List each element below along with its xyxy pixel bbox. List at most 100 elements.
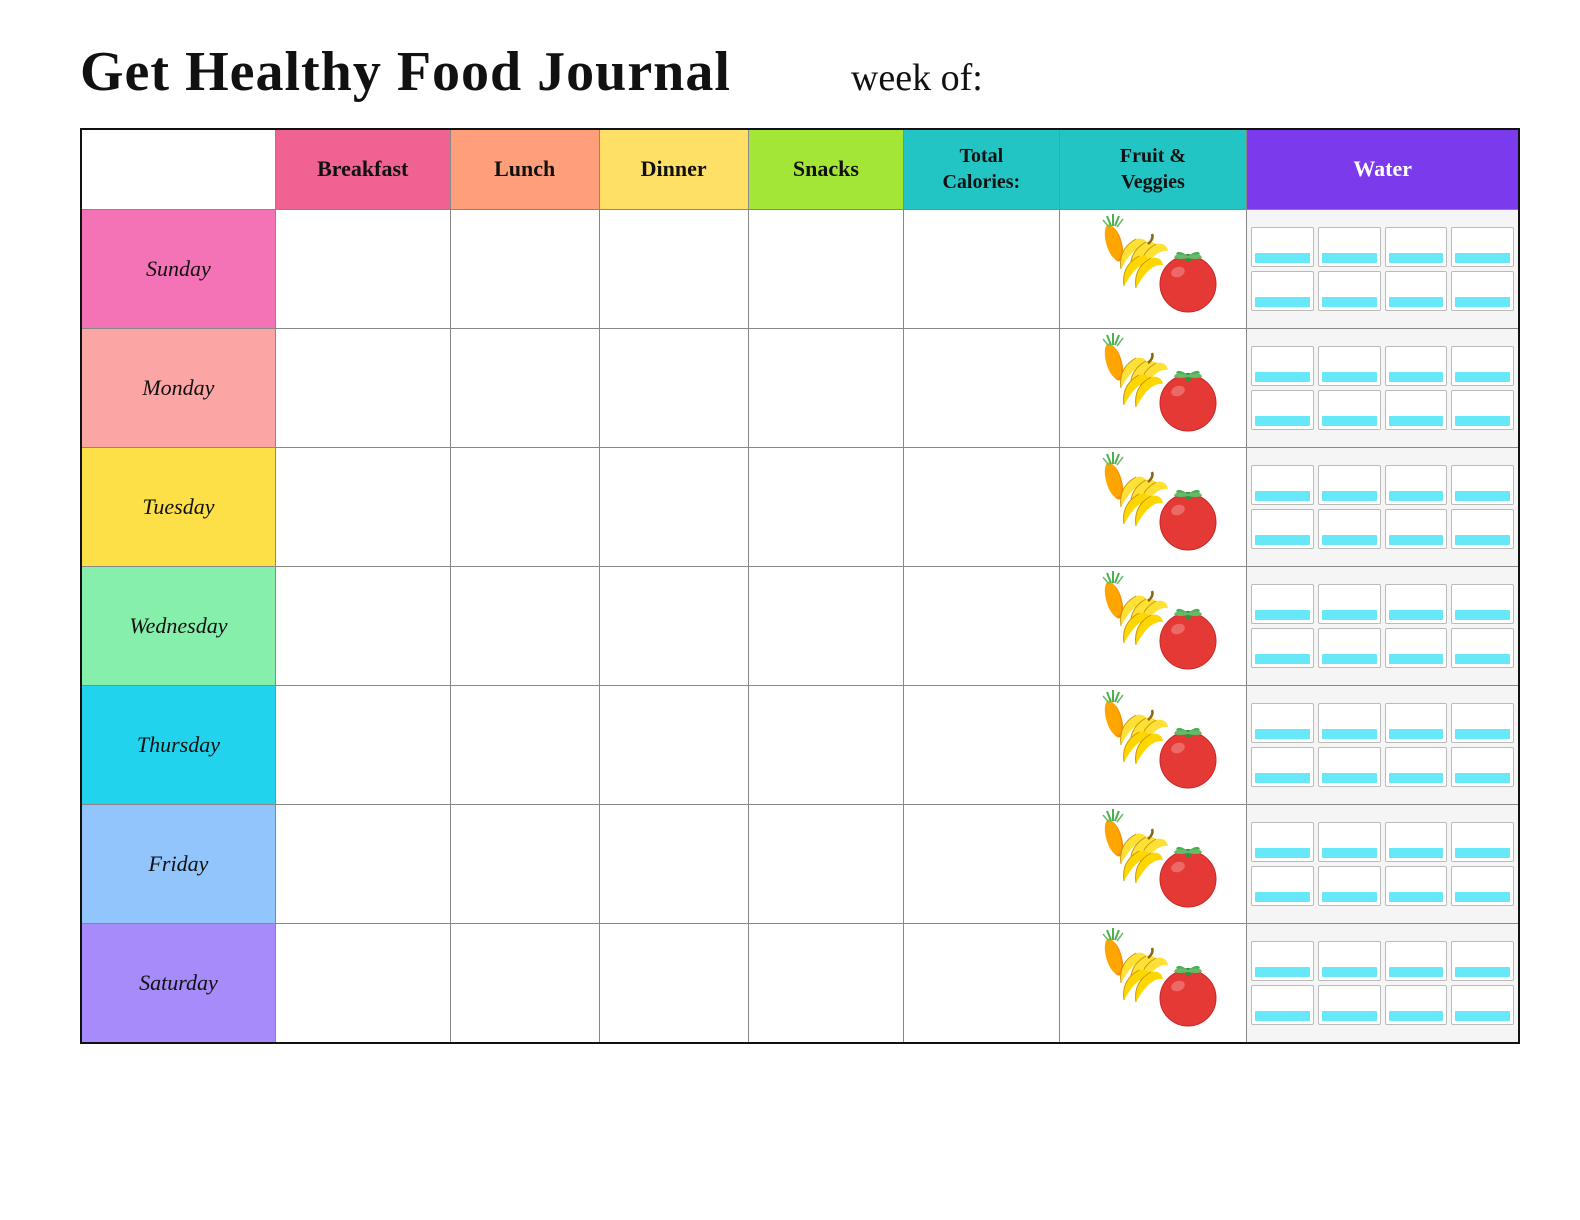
calories-cell-thursday[interactable] [904, 685, 1059, 804]
lunch-cell-sunday[interactable] [450, 209, 599, 328]
water-cell-monday[interactable] [1247, 328, 1519, 447]
lunch-cell-friday[interactable] [450, 804, 599, 923]
water-glass[interactable] [1385, 390, 1448, 430]
water-glass[interactable] [1451, 465, 1514, 505]
water-glass[interactable] [1251, 941, 1314, 981]
calories-cell-wednesday[interactable] [904, 566, 1059, 685]
water-glass[interactable] [1451, 271, 1514, 311]
water-glass[interactable] [1451, 227, 1514, 267]
water-glass[interactable] [1451, 747, 1514, 787]
water-glass[interactable] [1318, 941, 1381, 981]
lunch-cell-tuesday[interactable] [450, 447, 599, 566]
water-cell-friday[interactable] [1247, 804, 1519, 923]
water-glass[interactable] [1251, 227, 1314, 267]
water-glass[interactable] [1251, 271, 1314, 311]
water-glass[interactable] [1385, 346, 1448, 386]
water-glass[interactable] [1318, 346, 1381, 386]
snacks-cell-wednesday[interactable] [748, 566, 903, 685]
table-row: Monday [81, 328, 1519, 447]
water-glass[interactable] [1251, 390, 1314, 430]
water-glass[interactable] [1318, 390, 1381, 430]
snacks-cell-saturday[interactable] [748, 923, 903, 1043]
water-glass[interactable] [1385, 465, 1448, 505]
breakfast-cell-tuesday[interactable] [275, 447, 450, 566]
water-glass[interactable] [1251, 985, 1314, 1025]
lunch-cell-wednesday[interactable] [450, 566, 599, 685]
water-glass[interactable] [1451, 509, 1514, 549]
water-glass[interactable] [1451, 822, 1514, 862]
water-glass[interactable] [1318, 703, 1381, 743]
water-glass[interactable] [1451, 346, 1514, 386]
water-glass[interactable] [1251, 584, 1314, 624]
water-glass[interactable] [1451, 866, 1514, 906]
water-glass[interactable] [1451, 703, 1514, 743]
water-glass[interactable] [1318, 584, 1381, 624]
water-glass[interactable] [1318, 747, 1381, 787]
lunch-cell-monday[interactable] [450, 328, 599, 447]
water-glass[interactable] [1318, 822, 1381, 862]
water-glass[interactable] [1251, 703, 1314, 743]
lunch-cell-saturday[interactable] [450, 923, 599, 1043]
water-cell-wednesday[interactable] [1247, 566, 1519, 685]
calories-cell-saturday[interactable] [904, 923, 1059, 1043]
breakfast-cell-sunday[interactable] [275, 209, 450, 328]
water-glass[interactable] [1251, 346, 1314, 386]
water-glass[interactable] [1385, 271, 1448, 311]
water-glass[interactable] [1251, 822, 1314, 862]
water-glass[interactable] [1385, 584, 1448, 624]
breakfast-cell-monday[interactable] [275, 328, 450, 447]
water-glass[interactable] [1385, 941, 1448, 981]
water-glass[interactable] [1318, 985, 1381, 1025]
water-glass[interactable] [1318, 465, 1381, 505]
dinner-cell-tuesday[interactable] [599, 447, 748, 566]
water-glass[interactable] [1451, 985, 1514, 1025]
breakfast-cell-wednesday[interactable] [275, 566, 450, 685]
lunch-cell-thursday[interactable] [450, 685, 599, 804]
breakfast-cell-friday[interactable] [275, 804, 450, 923]
calories-cell-tuesday[interactable] [904, 447, 1059, 566]
dinner-cell-thursday[interactable] [599, 685, 748, 804]
water-glass[interactable] [1318, 271, 1381, 311]
water-glass[interactable] [1385, 703, 1448, 743]
water-cell-tuesday[interactable] [1247, 447, 1519, 566]
water-glass[interactable] [1451, 390, 1514, 430]
dinner-cell-monday[interactable] [599, 328, 748, 447]
snacks-cell-sunday[interactable] [748, 209, 903, 328]
water-cell-saturday[interactable] [1247, 923, 1519, 1043]
snacks-cell-tuesday[interactable] [748, 447, 903, 566]
breakfast-cell-saturday[interactable] [275, 923, 450, 1043]
water-glass[interactable] [1385, 822, 1448, 862]
water-glass[interactable] [1451, 628, 1514, 668]
water-glass[interactable] [1318, 227, 1381, 267]
water-glass[interactable] [1385, 227, 1448, 267]
breakfast-cell-thursday[interactable] [275, 685, 450, 804]
water-glass[interactable] [1318, 509, 1381, 549]
water-glass[interactable] [1385, 866, 1448, 906]
dinner-cell-wednesday[interactable] [599, 566, 748, 685]
calories-cell-friday[interactable] [904, 804, 1059, 923]
water-glass[interactable] [1251, 866, 1314, 906]
water-glass[interactable] [1451, 584, 1514, 624]
dinner-cell-friday[interactable] [599, 804, 748, 923]
water-glass[interactable] [1251, 628, 1314, 668]
water-glass[interactable] [1451, 941, 1514, 981]
water-glass[interactable] [1385, 985, 1448, 1025]
water-glass[interactable] [1251, 747, 1314, 787]
water-glass[interactable] [1251, 465, 1314, 505]
dinner-cell-sunday[interactable] [599, 209, 748, 328]
snacks-cell-thursday[interactable] [748, 685, 903, 804]
snacks-cell-friday[interactable] [748, 804, 903, 923]
water-cell-thursday[interactable] [1247, 685, 1519, 804]
table-row: Friday [81, 804, 1519, 923]
snacks-cell-monday[interactable] [748, 328, 903, 447]
water-glass[interactable] [1385, 509, 1448, 549]
water-cell-sunday[interactable] [1247, 209, 1519, 328]
water-glass[interactable] [1251, 509, 1314, 549]
calories-cell-monday[interactable] [904, 328, 1059, 447]
water-glass[interactable] [1385, 747, 1448, 787]
water-glass[interactable] [1318, 628, 1381, 668]
dinner-cell-saturday[interactable] [599, 923, 748, 1043]
water-glass[interactable] [1318, 866, 1381, 906]
water-glass[interactable] [1385, 628, 1448, 668]
calories-cell-sunday[interactable] [904, 209, 1059, 328]
